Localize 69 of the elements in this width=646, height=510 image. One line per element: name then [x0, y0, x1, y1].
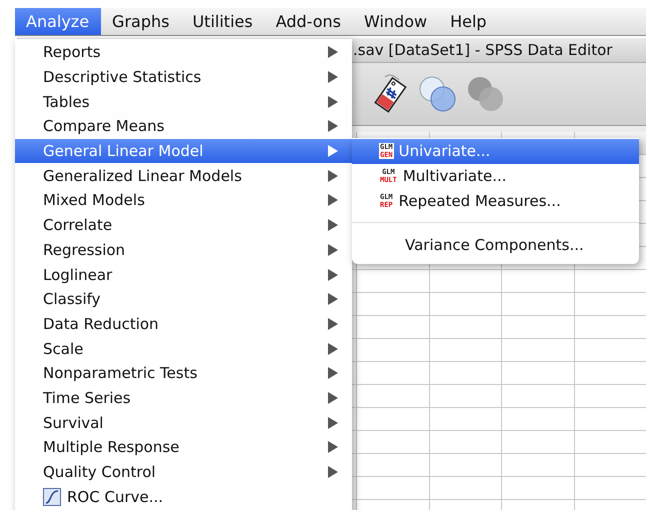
menu-item[interactable]: Survival: [15, 410, 352, 435]
menu-item[interactable]: Multiple Response: [15, 435, 352, 460]
submenu-arrow-icon: [328, 318, 338, 330]
submenu-arrow-icon: [328, 268, 338, 281]
menu-item-label: ROC Curve...: [67, 488, 164, 506]
menu-item-label: Tables: [43, 92, 90, 111]
menu-item-label: Data Reduction: [43, 314, 159, 333]
menu-bar-item[interactable]: Graphs: [101, 8, 182, 35]
menu-item[interactable]: Variance Components...: [352, 233, 639, 258]
menu-item-label: Mixed Models: [43, 191, 145, 210]
submenu-arrow-icon: [328, 367, 338, 380]
menu-item[interactable]: Tables: [15, 89, 352, 114]
menu-item-label: Classify: [43, 290, 101, 308]
curve-icon: [43, 488, 61, 506]
submenu-arrow-icon: [328, 120, 338, 132]
menu-item[interactable]: Quality Control: [15, 460, 352, 484]
submenu-arrow-icon: [328, 416, 338, 429]
menu-item[interactable]: Regression: [15, 238, 352, 262]
menu-item-label: Multivariate...: [402, 167, 507, 186]
menu-item-label: Reports: [43, 43, 101, 62]
menu-item-label: Generalized Linear Models: [43, 166, 242, 185]
menu-item-label: Univariate...: [398, 142, 490, 160]
submenu-arrow-icon: [328, 145, 338, 158]
submenu-arrow-icon: [328, 342, 338, 355]
submenu-arrow-icon: [328, 219, 338, 232]
window-title: .sav [DataSet1] - SPSS Data Editor: [353, 41, 612, 59]
submenu-arrow-icon: [328, 293, 338, 306]
menu-bar-item[interactable]: Add-ons: [264, 8, 353, 35]
menu-item[interactable]: Data Reduction: [15, 312, 352, 336]
menu-item[interactable]: Descriptive Statistics: [15, 64, 352, 90]
menu-item[interactable]: Classify: [15, 286, 352, 312]
menu-bar-item[interactable]: Window: [353, 8, 440, 35]
menu-item-label: Descriptive Statistics: [43, 68, 202, 86]
menu-item-label: Correlate: [43, 216, 112, 234]
menu-item-label: Variance Components...: [405, 236, 584, 254]
menu-bar-item[interactable]: Help: [439, 8, 499, 35]
submenu-arrow-icon: [328, 71, 338, 84]
menu-bar-item[interactable]: Analyze: [15, 8, 102, 35]
menu-item-label: General Linear Model: [43, 142, 204, 160]
menu-item-label: Multiple Response: [43, 438, 180, 456]
menu-item[interactable]: Generalized Linear Models: [15, 163, 352, 188]
submenu-arrow-icon: [328, 441, 338, 454]
menu-item-label: Compare Means: [43, 117, 164, 136]
menu-item-label: Nonparametric Tests: [43, 364, 198, 382]
submenu-arrow-icon: [328, 170, 338, 182]
submenu-arrow-icon: [328, 46, 338, 58]
menu-item[interactable]: Compare Means: [15, 114, 352, 139]
menu-item[interactable]: ROC Curve...: [15, 484, 352, 510]
menu-item-label: Loglinear: [43, 266, 112, 284]
menu-item[interactable]: Loglinear: [15, 262, 352, 287]
submenu-arrow-icon: [328, 194, 338, 206]
menu-item[interactable]: Reports: [15, 40, 352, 65]
menu-item-label: Time Series: [43, 388, 131, 407]
menu-item[interactable]: Scale: [15, 336, 352, 361]
menu-item-label: Survival: [43, 414, 104, 432]
submenu-arrow-icon: [328, 96, 338, 108]
submenu-arrow-icon: [328, 244, 338, 256]
menu-item-label: Repeated Measures...: [398, 192, 561, 210]
submenu-arrow-icon: [328, 466, 338, 478]
menu-item[interactable]: Nonparametric Tests: [15, 360, 352, 386]
menu-bar-item[interactable]: Utilities: [181, 8, 265, 35]
menu-item-label: Quality Control: [43, 463, 156, 482]
menu-item-label: Regression: [43, 240, 126, 259]
menu-item[interactable]: Time Series: [15, 386, 352, 410]
menu-item[interactable]: General Linear Model: [15, 138, 352, 164]
menu-item[interactable]: Mixed Models: [15, 188, 352, 213]
submenu-arrow-icon: [328, 392, 338, 404]
menu-item[interactable]: Correlate: [15, 212, 352, 238]
menu-item-label: Scale: [43, 340, 84, 358]
